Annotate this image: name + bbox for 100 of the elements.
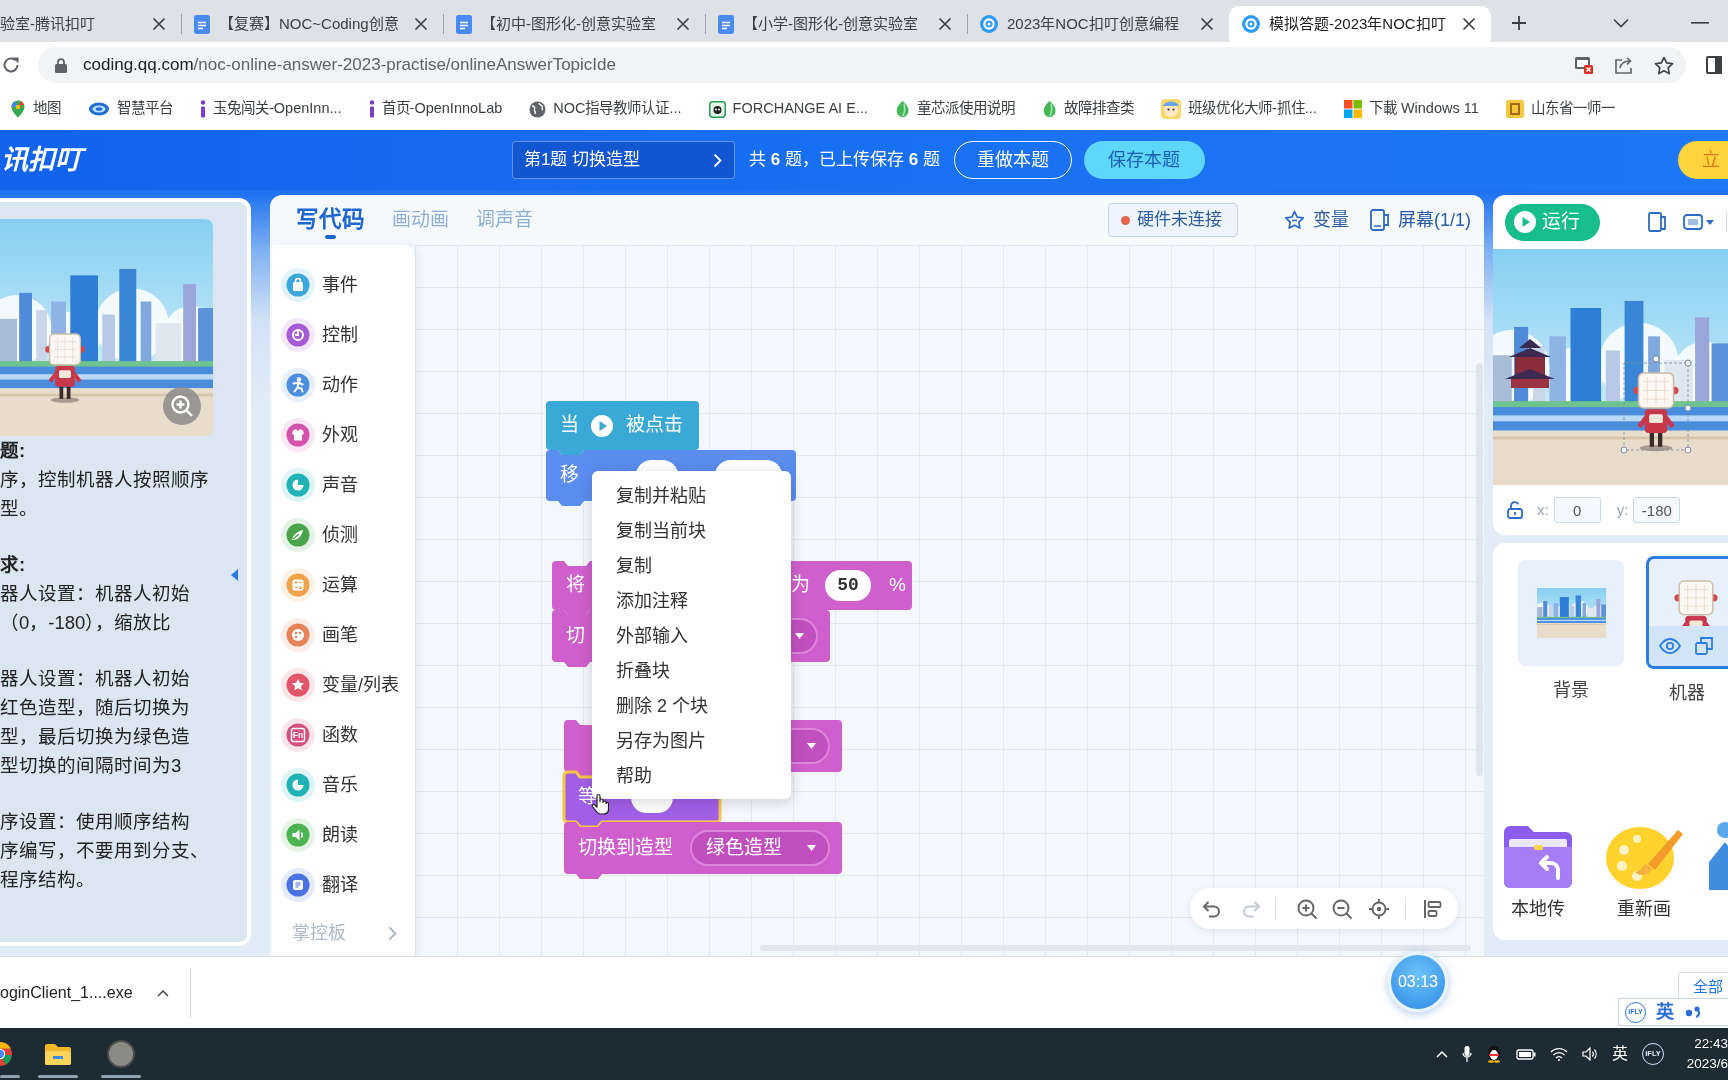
bookmark-link[interactable]: 班级优化大师-抓住... <box>1160 98 1317 120</box>
side-panel-icon[interactable] <box>1706 56 1722 74</box>
browser-tab[interactable]: 验室-腾讯扣叮 <box>0 6 181 42</box>
zoom-out-icon[interactable] <box>1331 897 1353 920</box>
category-item[interactable]: 控制 <box>272 310 415 360</box>
battery-icon[interactable] <box>1516 1048 1536 1060</box>
app-logo-icon[interactable] <box>0 1042 12 1066</box>
bookmark-link[interactable]: 地图 <box>10 98 61 120</box>
dropdown-arrow-icon <box>807 743 816 749</box>
bookmark-link[interactable]: 首页-OpenInnoLab <box>368 98 503 120</box>
screens-button[interactable]: 屏幕(1/1) <box>1370 206 1471 234</box>
figure-icon[interactable] <box>1709 820 1728 890</box>
category-item[interactable]: 翻译 <box>272 860 415 910</box>
minimize-icon[interactable] <box>1691 22 1709 24</box>
bookmark-link[interactable]: 下載 Windows 11 <box>1343 98 1479 120</box>
screen-icon[interactable] <box>1683 214 1703 230</box>
close-icon[interactable] <box>939 18 951 30</box>
sprite-card[interactable] <box>1646 556 1728 669</box>
copy-icon[interactable] <box>1695 637 1713 655</box>
code-block[interactable]: 切换到造型 绿色造型 <box>564 822 842 880</box>
bookmark-link[interactable]: FORCHANGE AI E... <box>708 98 868 120</box>
star-icon[interactable] <box>1654 55 1674 75</box>
menu-item[interactable]: 复制并粘贴 <box>592 479 791 514</box>
clock-time[interactable]: 22:43 <box>1694 1034 1728 1054</box>
bookmark-link[interactable]: 玉兔闯关-OpenInn... <box>200 98 342 120</box>
blocked-popup-icon[interactable] <box>1574 56 1594 74</box>
close-icon[interactable] <box>1463 18 1475 30</box>
close-icon[interactable] <box>677 18 689 30</box>
category-item[interactable]: 声音 <box>272 460 415 510</box>
category-item[interactable]: 朗读 <box>272 810 415 860</box>
x-field[interactable]: 0 <box>1553 497 1601 523</box>
menu-item[interactable]: 复制 <box>592 549 791 584</box>
variables-button[interactable]: 变量 <box>1284 206 1349 234</box>
collapse-arrow-icon[interactable] <box>231 569 238 581</box>
bookmark-link[interactable]: NOC指导教师认证... <box>529 98 682 120</box>
upload-button[interactable]: 本地传 <box>1500 820 1576 923</box>
category-item[interactable]: 变量/列表 <box>272 660 415 710</box>
y-field[interactable]: -180 <box>1633 497 1681 523</box>
speaker-icon[interactable] <box>1582 1047 1598 1061</box>
scrollbar-thumb[interactable] <box>1476 363 1483 776</box>
bookmark-link[interactable]: 山东省一师一 <box>1505 98 1615 120</box>
eye-icon[interactable] <box>1659 638 1681 654</box>
menu-item[interactable]: 帮助 <box>592 759 791 794</box>
category-item[interactable]: Fn 函数 <box>272 710 415 760</box>
penguin-icon[interactable] <box>1486 1045 1502 1063</box>
ime-mode-toggle[interactable]: 英 <box>1656 998 1674 1026</box>
bookmark-link[interactable]: 智慧平台 <box>88 98 173 120</box>
caret-icon[interactable] <box>1706 219 1714 225</box>
category-item[interactable]: 画笔 <box>272 610 415 660</box>
browser-tab[interactable]: 2023年NOC扣叮创意编程 <box>967 6 1229 42</box>
lock-icon[interactable] <box>55 57 67 73</box>
align-icon[interactable] <box>1422 897 1444 920</box>
zoom-in-icon[interactable] <box>1296 897 1318 920</box>
browser-tab[interactable]: 【小学-图形化-创意实验室 <box>705 6 967 42</box>
category-item[interactable]: 音乐 <box>272 760 415 810</box>
menu-item[interactable]: 删除 2 个块 <box>592 689 791 724</box>
category-item[interactable]: 动作 <box>272 360 415 410</box>
tablet-icon[interactable] <box>1648 212 1666 232</box>
question-picker[interactable]: 第1题 切换造型 <box>512 141 735 179</box>
folder-icon[interactable] <box>44 1042 72 1066</box>
menu-item[interactable]: 外部输入 <box>592 619 791 654</box>
reload-icon[interactable] <box>2 56 20 74</box>
category-item[interactable]: 侦测 <box>272 510 415 560</box>
paint-button[interactable]: 重新画 <box>1600 820 1688 923</box>
browser-tab[interactable]: 【复赛】NOC~Coding创意 <box>181 6 443 42</box>
category-item[interactable]: 运算 <box>272 560 415 610</box>
browser-tab[interactable]: 模拟答题-2023年NOC扣叮 <box>1229 6 1491 42</box>
wifi-icon[interactable] <box>1550 1047 1568 1061</box>
zoom-in-icon[interactable] <box>163 387 201 425</box>
backdrop-card[interactable] <box>1518 560 1624 666</box>
address-bar[interactable]: coding.qq.com/noc-online-answer-2023-practise/onlineAnswerTopicIde <box>38 47 1686 83</box>
unlock-icon[interactable] <box>1507 501 1523 519</box>
menu-item[interactable]: 另存为图片 <box>592 724 791 759</box>
scrollbar-thumb[interactable] <box>760 945 1471 951</box>
close-icon[interactable] <box>153 18 165 30</box>
download-file-name[interactable]: oginClient_1....exe <box>0 980 133 1005</box>
costume-dropdown[interactable]: 绿色造型 <box>690 830 830 866</box>
chevron-up-icon[interactable] <box>156 988 169 997</box>
microphone-icon[interactable] <box>1462 1045 1472 1063</box>
menu-item[interactable]: 折叠块 <box>592 654 791 689</box>
editor-tab[interactable]: 写代码 <box>296 195 365 245</box>
chevron-down-icon[interactable] <box>1613 18 1629 28</box>
round-app-icon[interactable] <box>107 1040 135 1068</box>
hardware-button[interactable]: 硬件未连接 <box>1108 203 1238 237</box>
plus-icon[interactable] <box>1511 15 1527 31</box>
ime-indicator[interactable]: 英 <box>1612 1042 1628 1066</box>
category-item[interactable]: 事件 <box>272 260 415 310</box>
bookmark-link[interactable]: 故障排查类 <box>1041 98 1134 120</box>
save-button[interactable]: 保存本题 <box>1083 141 1205 179</box>
punctuation-icon[interactable] <box>1684 1003 1702 1021</box>
clock-date[interactable]: 2023/6 <box>1686 1054 1728 1074</box>
close-icon[interactable] <box>1201 18 1213 30</box>
target-icon[interactable] <box>1368 897 1390 920</box>
category-item[interactable]: 外观 <box>272 410 415 460</box>
menu-item[interactable]: 添加注释 <box>592 584 791 619</box>
share-icon[interactable] <box>1614 56 1634 74</box>
browser-tab[interactable]: 【初中-图形化-创意实验室 <box>443 6 705 42</box>
menu-item[interactable]: 复制当前块 <box>592 514 791 549</box>
bookmark-link[interactable]: 童芯派使用说明 <box>894 98 1015 120</box>
close-icon[interactable] <box>415 18 427 30</box>
